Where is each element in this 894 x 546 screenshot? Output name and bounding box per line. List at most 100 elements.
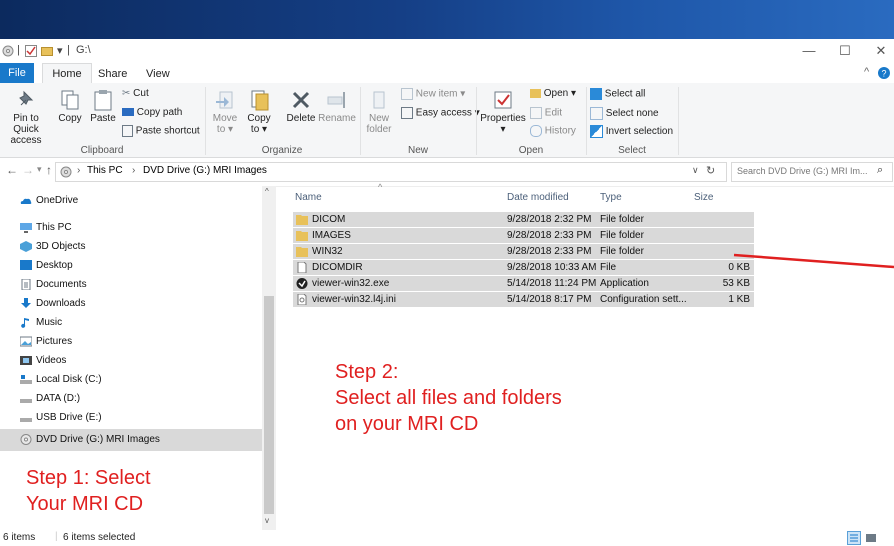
qa-dropdown-icon[interactable]: ▾ (57, 44, 63, 57)
step2-line1: Step 2: (335, 361, 399, 383)
breadcrumb-this-pc[interactable]: This PC (87, 165, 123, 176)
nav-scrollbar-thumb[interactable] (264, 296, 274, 514)
nav-label: Documents (36, 279, 87, 290)
edit-button[interactable]: Edit (530, 107, 562, 119)
invert-selection-button[interactable]: Invert selection (590, 125, 673, 138)
details-view-icon[interactable] (847, 531, 861, 545)
nav-label: DATA (D:) (36, 393, 81, 404)
nav-item-usb-drive-e[interactable]: USB Drive (E:) (0, 408, 262, 427)
collapse-ribbon-icon[interactable]: ^ (864, 66, 869, 78)
easy-access-button[interactable]: Easy access ▾ (401, 107, 480, 119)
cut-button[interactable]: ✂ Cut (122, 88, 149, 99)
nav-item-data-d[interactable]: DATA (D:) (0, 389, 262, 408)
tab-file[interactable]: File (0, 63, 34, 83)
nav-item-dvd-drive-g[interactable]: DVD Drive (G:) MRI Images (0, 429, 262, 451)
nav-item-music[interactable]: Music (0, 313, 262, 332)
search-box[interactable]: Search DVD Drive (G:) MRI Im... ⌕ (731, 162, 893, 182)
select-none-button[interactable]: Select none (590, 107, 659, 120)
file-row-dicom[interactable]: DICOM 9/28/2018 2:32 PM File folder (293, 212, 754, 227)
back-arrow-icon[interactable]: ← (6, 163, 18, 177)
recent-locations-icon[interactable]: ▾ (37, 164, 42, 175)
tab-share[interactable]: Share (98, 66, 127, 82)
breadcrumb-dvd-drive[interactable]: DVD Drive (G:) MRI Images (143, 165, 267, 176)
nav-label: DVD Drive (G:) MRI Images (36, 434, 160, 445)
tab-view[interactable]: View (146, 66, 170, 82)
column-date-modified[interactable]: Date modified (507, 192, 569, 203)
new-folder-qa-icon[interactable] (41, 45, 53, 57)
dvd-drive-icon (60, 166, 72, 178)
dvd-drive-icon (2, 45, 14, 57)
nav-item-videos[interactable]: Videos (0, 351, 262, 370)
file-date: 9/28/2018 2:32 PM (507, 214, 592, 225)
desktop-icon (20, 260, 32, 270)
paste-shortcut-label: Paste shortcut (135, 125, 200, 137)
file-row-dicomdir[interactable]: DICOMDIR 9/28/2018 10:33 AM File 0 KB (293, 260, 754, 275)
file-row-win32[interactable]: WIN32 9/28/2018 2:33 PM File folder (293, 244, 754, 259)
column-size[interactable]: Size (694, 192, 713, 203)
properties-label: Properties (480, 113, 526, 124)
file-name: IMAGES (312, 230, 351, 241)
nav-item-onedrive[interactable]: OneDrive (0, 191, 262, 210)
pin-icon (19, 90, 34, 106)
history-button[interactable]: History (530, 125, 576, 137)
config-file-icon (297, 294, 307, 305)
address-dropdown-icon[interactable]: ∨ (692, 165, 699, 176)
tab-home[interactable]: Home (42, 63, 92, 84)
nav-item-downloads[interactable]: Downloads (0, 294, 262, 313)
open-button[interactable]: Open ▾ (530, 88, 576, 99)
move-to-label-1: Move (212, 113, 238, 124)
nav-item-pictures[interactable]: Pictures (0, 332, 262, 351)
copy-to-label-1: Copy (247, 113, 271, 124)
copy-path-button[interactable]: Copy path (122, 107, 182, 118)
help-icon[interactable]: ? (878, 67, 890, 79)
pin-to-quick-access-button[interactable]: Pin to Quick access (0, 89, 52, 146)
open-icon (530, 88, 541, 98)
blank-file-icon (297, 262, 307, 273)
copy-button[interactable]: Copy (54, 89, 86, 124)
maximize-button[interactable]: ☐ (830, 42, 860, 60)
paste-button[interactable]: Paste (88, 89, 118, 124)
copy-to-button[interactable]: Copy to ▾ (242, 89, 276, 135)
column-name[interactable]: Name (295, 192, 322, 203)
file-row-images[interactable]: IMAGES 9/28/2018 2:33 PM File folder (293, 228, 754, 243)
search-icon[interactable]: ⌕ (877, 164, 883, 177)
column-type[interactable]: Type (600, 192, 622, 203)
delete-button[interactable]: Delete (282, 89, 320, 124)
nav-item-3d-objects[interactable]: 3D Objects (0, 237, 262, 256)
file-row-viewer-exe[interactable]: viewer-win32.exe 5/14/2018 11:24 PM Appl… (293, 276, 754, 291)
clipboard-group-label: Clipboard (80, 145, 124, 156)
history-label: History (544, 125, 576, 137)
nav-item-this-pc[interactable]: This PC (0, 218, 262, 237)
file-row-viewer-ini[interactable]: viewer-win32.l4j.ini 5/14/2018 8:17 PM C… (293, 292, 754, 307)
forward-arrow-icon[interactable]: → (22, 163, 34, 177)
sort-ascending-icon: ^ (378, 182, 383, 192)
new-folder-button[interactable]: New folder (362, 89, 396, 135)
select-all-button[interactable]: Select all (590, 88, 645, 100)
minimize-button[interactable]: — (794, 42, 824, 60)
breadcrumb-separator: › (132, 165, 136, 176)
properties-button[interactable]: Properties ▾ (480, 89, 526, 135)
nav-item-documents[interactable]: Documents (0, 275, 262, 294)
move-to-button[interactable]: Move to ▾ (208, 89, 242, 135)
properties-check-icon[interactable] (25, 45, 37, 57)
refresh-icon[interactable]: ↻ (706, 164, 715, 177)
large-icons-view-icon[interactable] (864, 531, 878, 545)
scroll-down-icon[interactable]: v (265, 516, 269, 525)
address-bar[interactable]: › This PC › DVD Drive (G:) MRI Images ∨ … (55, 162, 727, 182)
status-bar: 6 items | 6 items selected (0, 530, 894, 546)
status-separator: | (55, 531, 58, 542)
nav-label: Downloads (36, 298, 86, 309)
pin-label-1: Pin to Quick (13, 113, 39, 135)
close-button[interactable]: ✕ (866, 42, 894, 60)
rename-button[interactable]: Rename (316, 89, 358, 124)
scroll-up-icon[interactable]: ^ (265, 187, 269, 196)
new-item-button[interactable]: New item ▾ (401, 88, 465, 100)
up-arrow-icon[interactable]: ↑ (46, 163, 52, 177)
open-group-label: Open (518, 145, 544, 156)
file-date: 9/28/2018 2:33 PM (507, 246, 592, 257)
nav-item-local-disk-c[interactable]: Local Disk (C:) (0, 370, 262, 389)
invert-selection-label: Invert selection (605, 126, 674, 138)
nav-item-desktop[interactable]: Desktop (0, 256, 262, 275)
paste-shortcut-button[interactable]: Paste shortcut (122, 125, 200, 137)
paste-icon (94, 90, 112, 111)
